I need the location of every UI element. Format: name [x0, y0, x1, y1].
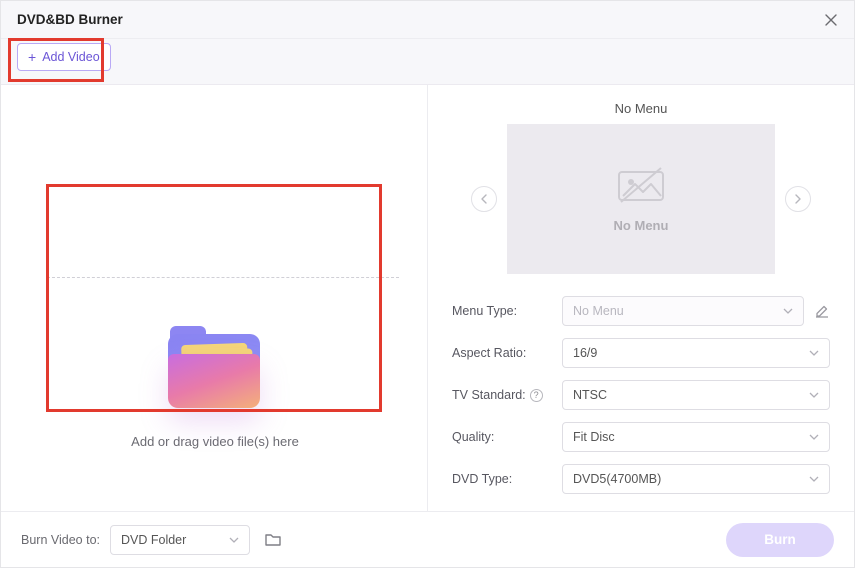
divider-dashed [47, 277, 399, 278]
preview-label: No Menu [614, 218, 669, 233]
tv-select[interactable]: NTSC [562, 380, 830, 410]
chevron-down-icon [783, 308, 793, 314]
window-title: DVD&BD Burner [17, 12, 123, 27]
help-icon[interactable]: ? [530, 389, 543, 402]
row-aspect: Aspect Ratio: 16/9 [452, 338, 830, 368]
menu-preview: No Menu [507, 124, 775, 274]
burn-to-value: DVD Folder [121, 533, 186, 547]
aspect-label: Aspect Ratio: [452, 346, 562, 360]
preview-prev-button[interactable] [471, 186, 497, 212]
right-pane: No Menu No Menu [428, 85, 854, 511]
footer: Burn Video to: DVD Folder Burn [1, 511, 854, 567]
folder-open-icon [264, 532, 282, 548]
row-tv: TV Standard: ? NTSC [452, 380, 830, 410]
close-icon[interactable] [824, 13, 838, 27]
tv-value: NTSC [573, 388, 607, 402]
dvd-type-select[interactable]: DVD5(4700MB) [562, 464, 830, 494]
menu-type-label: Menu Type: [452, 304, 562, 318]
add-video-label: Add Video [42, 50, 99, 64]
chevron-down-icon [809, 476, 819, 482]
chevron-down-icon [809, 350, 819, 356]
row-dvd-type: DVD Type: DVD5(4700MB) [452, 464, 830, 494]
chevron-down-icon [809, 392, 819, 398]
tv-label: TV Standard: ? [452, 388, 562, 402]
add-video-button[interactable]: + Add Video [17, 43, 111, 71]
menu-type-select[interactable]: No Menu [562, 296, 804, 326]
no-menu-icon [613, 166, 669, 206]
dropzone-text: Add or drag video file(s) here [131, 434, 299, 449]
chevron-down-icon [809, 434, 819, 440]
quality-select[interactable]: Fit Disc [562, 422, 830, 452]
folder-icon [160, 322, 270, 422]
preview-row: No Menu [452, 124, 830, 274]
browse-folder-button[interactable] [258, 525, 288, 555]
burner-window: DVD&BD Burner + Add Video Add or dr [0, 0, 855, 568]
dvd-type-value: DVD5(4700MB) [573, 472, 661, 486]
plus-icon: + [28, 50, 36, 64]
chevron-down-icon [229, 537, 239, 543]
content: Add or drag video file(s) here No Menu N… [1, 85, 854, 511]
row-menu-type: Menu Type: No Menu [452, 296, 830, 326]
video-dropzone[interactable]: Add or drag video file(s) here [47, 280, 383, 490]
dvd-type-label: DVD Type: [452, 472, 562, 486]
menu-type-value: No Menu [573, 304, 624, 318]
preview-next-button[interactable] [785, 186, 811, 212]
titlebar: DVD&BD Burner [1, 1, 854, 39]
toolbar: + Add Video [1, 39, 854, 85]
aspect-value: 16/9 [573, 346, 597, 360]
burn-button[interactable]: Burn [726, 523, 834, 557]
preview-title: No Menu [452, 101, 830, 116]
left-pane: Add or drag video file(s) here [1, 85, 428, 511]
burn-to-select[interactable]: DVD Folder [110, 525, 250, 555]
burn-to-label: Burn Video to: [21, 533, 100, 547]
edit-menu-icon[interactable] [814, 303, 830, 319]
quality-label: Quality: [452, 430, 562, 444]
row-quality: Quality: Fit Disc [452, 422, 830, 452]
settings-form: Menu Type: No Menu Aspect Ratio: 16/9 [452, 296, 830, 494]
aspect-select[interactable]: 16/9 [562, 338, 830, 368]
quality-value: Fit Disc [573, 430, 615, 444]
